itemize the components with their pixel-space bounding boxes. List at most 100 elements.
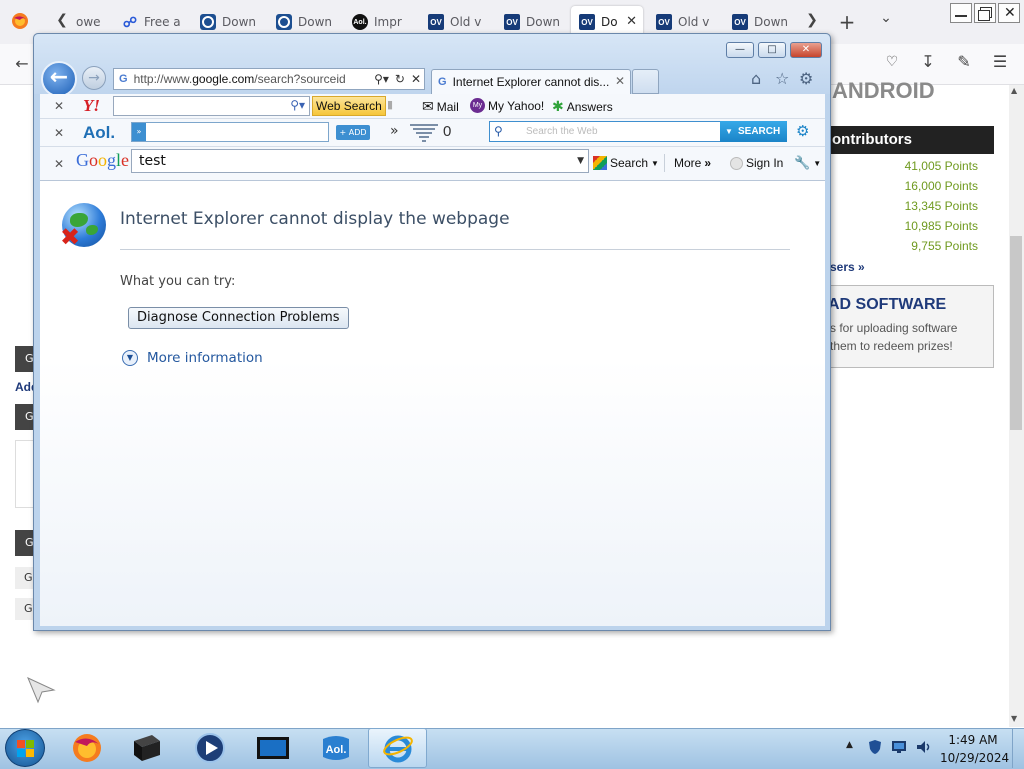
menu-icon[interactable]: ☰	[988, 52, 1012, 71]
forward-button-icon[interactable]: →	[82, 66, 106, 90]
upload-text-line: them to redeem prizes!	[830, 339, 953, 353]
back-button-icon[interactable]: ←	[41, 61, 77, 97]
tab-title: Old v	[678, 15, 710, 29]
my-yahoo-link[interactable]: My My Yahoo!	[470, 98, 544, 113]
yahoo-search-input[interactable]: ⚲▾	[113, 96, 310, 116]
clock-time: 1:49 AM	[948, 733, 998, 747]
ie-minimize-button[interactable]: —	[726, 42, 754, 58]
search-magnifier-icon[interactable]: ⚲▾	[290, 98, 305, 112]
aol-signal-icon[interactable]	[410, 122, 440, 144]
ie-active-tab[interactable]: G Internet Explorer cannot dis... ✕	[431, 69, 631, 94]
favorites-star-icon[interactable]: ☆	[775, 69, 789, 88]
address-url[interactable]: http://www.google.com/search?sourceid	[134, 72, 372, 86]
taskbar-firefox-icon[interactable]	[60, 728, 114, 768]
upload-software-title[interactable]: AD SOFTWARE	[828, 296, 946, 314]
extensions-icon[interactable]: ✎	[952, 52, 976, 71]
close-tab-icon[interactable]: ✕	[626, 14, 637, 29]
yahoo-web-search-button[interactable]: Web Search	[312, 96, 386, 116]
back-arrow-icon[interactable]: ←	[10, 54, 34, 73]
close-toolbar-icon[interactable]: ✕	[54, 99, 64, 113]
search-dropdown-icon[interactable]: ⚲▾	[374, 72, 389, 86]
tab-title: Down	[526, 15, 561, 29]
tray-volume-icon[interactable]	[915, 738, 933, 759]
points-value: 16,000 Points	[904, 179, 978, 193]
taskbar-internet-explorer-icon[interactable]	[368, 728, 427, 768]
site-favicon-icon	[276, 14, 292, 30]
aol-search-button[interactable]: ▼ SEARCH	[720, 121, 787, 142]
internet-explorer-window: — □ ✕ ← → G http://www.google.com/search…	[33, 33, 831, 631]
taskbar-clock[interactable]: 1:49 AM 10/29/2024	[940, 731, 1009, 767]
pocket-icon[interactable]: ♡	[880, 54, 904, 70]
aol-settings-gear-icon[interactable]: ⚙	[796, 122, 809, 140]
google-favicon-icon: G	[119, 73, 128, 85]
more-chevron-icon[interactable]: »	[390, 123, 399, 139]
google-favicon-icon: G	[438, 76, 447, 88]
ie-maximize-button[interactable]: □	[758, 42, 786, 58]
home-icon[interactable]: ⌂	[751, 69, 761, 88]
address-bar[interactable]: G http://www.google.com/search?sourceid …	[113, 68, 425, 90]
close-toolbar-icon[interactable]: ✕	[54, 126, 64, 140]
close-tab-icon[interactable]: ✕	[615, 74, 625, 88]
toolbar-separator-icon: ▮	[387, 98, 394, 111]
double-chevron-icon: »	[704, 156, 712, 170]
points-value: 13,345 Points	[904, 199, 978, 213]
taskbar-display-icon[interactable]	[246, 728, 300, 768]
google-search-button[interactable]: Search ▼	[593, 156, 659, 170]
aol-counter: 0	[443, 123, 452, 140]
tools-gear-icon[interactable]: ⚙	[799, 69, 813, 88]
close-window-button[interactable]: ✕	[998, 3, 1020, 23]
top-contributors-heading: ontributors	[824, 126, 994, 154]
divider	[120, 249, 790, 250]
list-all-tabs-icon[interactable]: ⌄	[874, 10, 898, 26]
more-information-link[interactable]: ▼ More information	[122, 350, 263, 366]
tab-title: owe	[76, 15, 101, 29]
downloads-icon[interactable]: ↧	[916, 52, 940, 71]
start-button-windows-icon[interactable]	[5, 729, 45, 767]
diagnose-connection-problems-button[interactable]: Diagnose Connection Problems	[128, 307, 349, 329]
yahoo-mail-link[interactable]: ✉ Mail	[422, 98, 459, 115]
scrollbar-thumb[interactable]	[1010, 236, 1022, 430]
aol-add-button[interactable]: + ADD	[336, 125, 370, 140]
close-toolbar-icon[interactable]: ✕	[54, 157, 64, 171]
stop-icon[interactable]: ✕	[411, 72, 421, 86]
aol-url-input[interactable]: »	[131, 122, 329, 142]
my-yahoo-icon: My	[470, 98, 485, 113]
google-more-button[interactable]: More »	[674, 156, 711, 170]
chevron-down-icon: ▼	[122, 350, 138, 366]
google-settings-wrench-icon[interactable]: 🔧 ▼	[794, 155, 821, 171]
google-logo: Google	[76, 150, 130, 170]
taskbar-app-black-icon[interactable]	[119, 728, 173, 768]
taskbar-media-player-icon[interactable]	[183, 728, 237, 768]
yahoo-toolbar: ✕ Y! ⚲▾ Web Search ▮ ✉ Mail My My Yahoo!…	[40, 94, 825, 119]
yahoo-answers-link[interactable]: ✱ Answers	[552, 98, 613, 115]
google-search-icon	[593, 156, 607, 170]
tab-title: Free a	[144, 15, 181, 29]
new-tab-button[interactable]	[632, 69, 659, 94]
chevron-down-icon[interactable]: ▼	[577, 150, 584, 172]
ie-close-button[interactable]: ✕	[790, 42, 822, 58]
tab-title: Old v	[450, 15, 482, 29]
scroll-up-icon[interactable]: ▲	[1011, 86, 1017, 95]
error-x-icon: ✖	[60, 223, 81, 251]
tab-title: Impr	[374, 15, 402, 29]
aol-search-input[interactable]: ⚲ Search the Web	[489, 121, 721, 142]
google-search-input[interactable]: test ▼	[131, 149, 589, 173]
all-users-link[interactable]: sers »	[830, 260, 865, 274]
tab-scroll-right-icon[interactable]: ❯	[800, 12, 824, 28]
new-tab-icon[interactable]: +	[835, 10, 859, 34]
tray-shield-icon[interactable]	[868, 739, 882, 758]
restore-button[interactable]	[974, 3, 996, 23]
refresh-icon[interactable]: ↻	[395, 72, 405, 86]
firefox-logo-icon[interactable]	[8, 12, 32, 34]
tray-network-monitor-icon[interactable]	[891, 740, 907, 757]
minimize-button[interactable]	[950, 3, 972, 23]
show-desktop-button[interactable]	[1012, 729, 1024, 768]
site-favicon-icon	[200, 14, 216, 30]
show-hidden-icons-icon[interactable]: ▲	[846, 740, 853, 750]
taskbar-aol-icon[interactable]: Aol.	[309, 728, 363, 768]
aol-arrow-icon: »	[132, 123, 146, 141]
aol-logo: Aol.	[83, 123, 116, 142]
android-heading: ANDROID	[832, 78, 935, 103]
google-sign-in-button[interactable]: Sign In	[730, 156, 783, 170]
scroll-down-icon[interactable]: ▼	[1011, 714, 1017, 723]
